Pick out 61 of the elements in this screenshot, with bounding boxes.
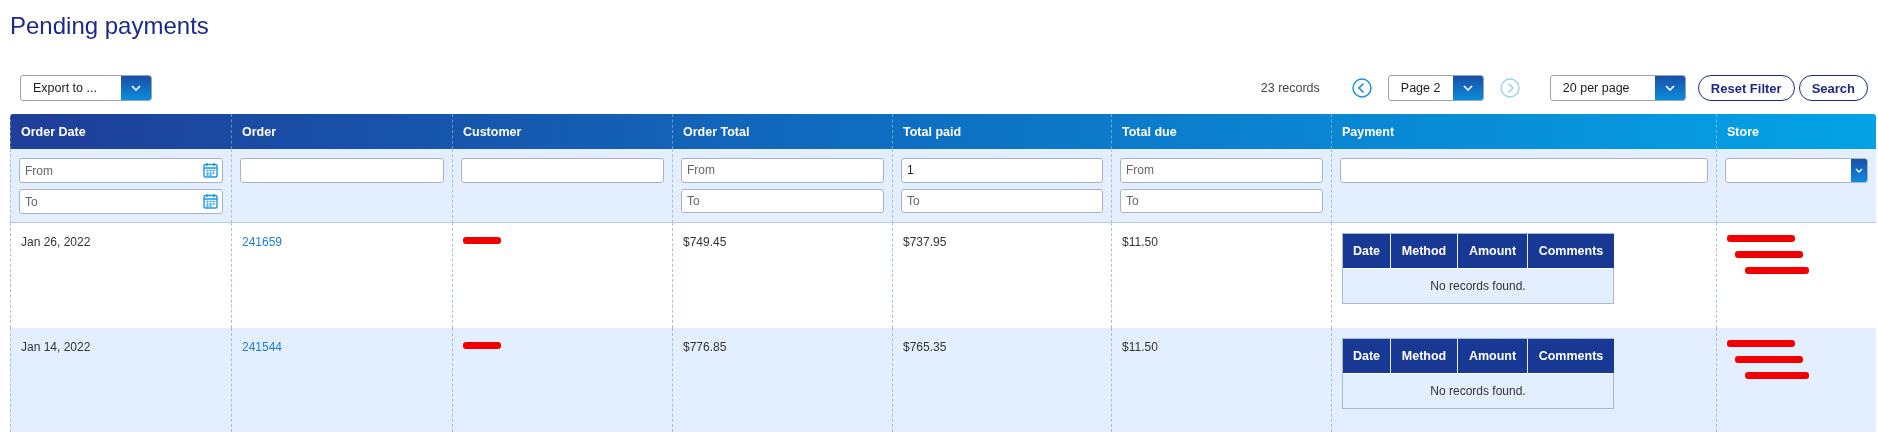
page-title: Pending payments [9, 11, 210, 41]
filter-field[interactable]: To [1120, 188, 1323, 213]
date-field[interactable]: To [19, 189, 223, 214]
payment-column-header: Method [1391, 234, 1457, 268]
payment-column-header: Date [1343, 234, 1390, 268]
column-header: Order [242, 124, 277, 139]
payment-column-header: Date [1343, 339, 1390, 373]
chevron-down-icon [1452, 76, 1483, 100]
table-cell: Jan 26, 2022 [21, 235, 91, 249]
redaction-mark [1735, 251, 1803, 258]
table-cell: $776.85 [683, 340, 727, 354]
filter-field[interactable]: From [681, 158, 884, 183]
reset-filter-button[interactable]: Reset Filter [1697, 75, 1795, 101]
column-header: Payment [1342, 124, 1395, 139]
filter-field[interactable]: From [1120, 158, 1323, 183]
table-cell: $765.35 [903, 340, 947, 354]
redaction-mark [1727, 235, 1795, 242]
payment-column-header: Amount [1458, 234, 1527, 268]
redaction-mark [1745, 267, 1809, 274]
redaction-mark [463, 342, 501, 349]
previous-page-icon[interactable] [1351, 78, 1372, 98]
column-header: Total due [1122, 124, 1177, 139]
record-count: 23 records [1260, 81, 1320, 95]
payment-column-header: Comments [1528, 339, 1614, 373]
date-field[interactable]: From [19, 158, 223, 183]
table-cell: $11.50 [1122, 235, 1158, 249]
column-header: Customer [463, 124, 522, 139]
filter-field[interactable] [461, 158, 664, 183]
chevron-down-icon [1654, 76, 1685, 100]
calendar-icon [203, 193, 218, 209]
table-cell: $11.50 [1122, 340, 1158, 354]
filter-field[interactable] [1340, 158, 1708, 183]
column-header: Total paid [903, 124, 962, 139]
table-cell: Jan 14, 2022 [21, 340, 91, 354]
order-link[interactable]: 241659 [242, 235, 283, 249]
search-button[interactable]: Search [1798, 75, 1868, 101]
payment-column-header: Amount [1458, 339, 1527, 373]
redaction-mark [1735, 356, 1803, 363]
redaction-mark [1727, 340, 1795, 347]
table-cell: $749.45 [683, 235, 727, 249]
column-header: Store [1727, 124, 1759, 139]
chevron-down-icon [121, 76, 151, 100]
store-select[interactable] [1725, 158, 1868, 183]
payment-column-header: Method [1391, 339, 1457, 373]
filter-field[interactable]: 1 [901, 158, 1103, 183]
column-header: Order Date [21, 124, 86, 139]
column-header: Order Total [683, 124, 750, 139]
payment-column-header: Comments [1528, 234, 1614, 268]
empty-message: No records found. [1343, 268, 1613, 303]
calendar-icon [203, 162, 218, 178]
order-link[interactable]: 241544 [242, 340, 283, 354]
redaction-mark [463, 237, 501, 244]
export-dropdown[interactable]: Export to ... [20, 75, 152, 101]
filter-field[interactable]: To [681, 188, 884, 213]
filter-field[interactable]: To [901, 188, 1103, 213]
page-dropdown[interactable]: Page 2 [1387, 75, 1484, 101]
redaction-mark [1745, 372, 1809, 379]
table-cell: $737.95 [903, 235, 947, 249]
filter-field[interactable] [240, 158, 444, 183]
chevron-down-icon [1851, 159, 1867, 182]
per-page-dropdown[interactable]: 20 per page [1549, 75, 1686, 101]
